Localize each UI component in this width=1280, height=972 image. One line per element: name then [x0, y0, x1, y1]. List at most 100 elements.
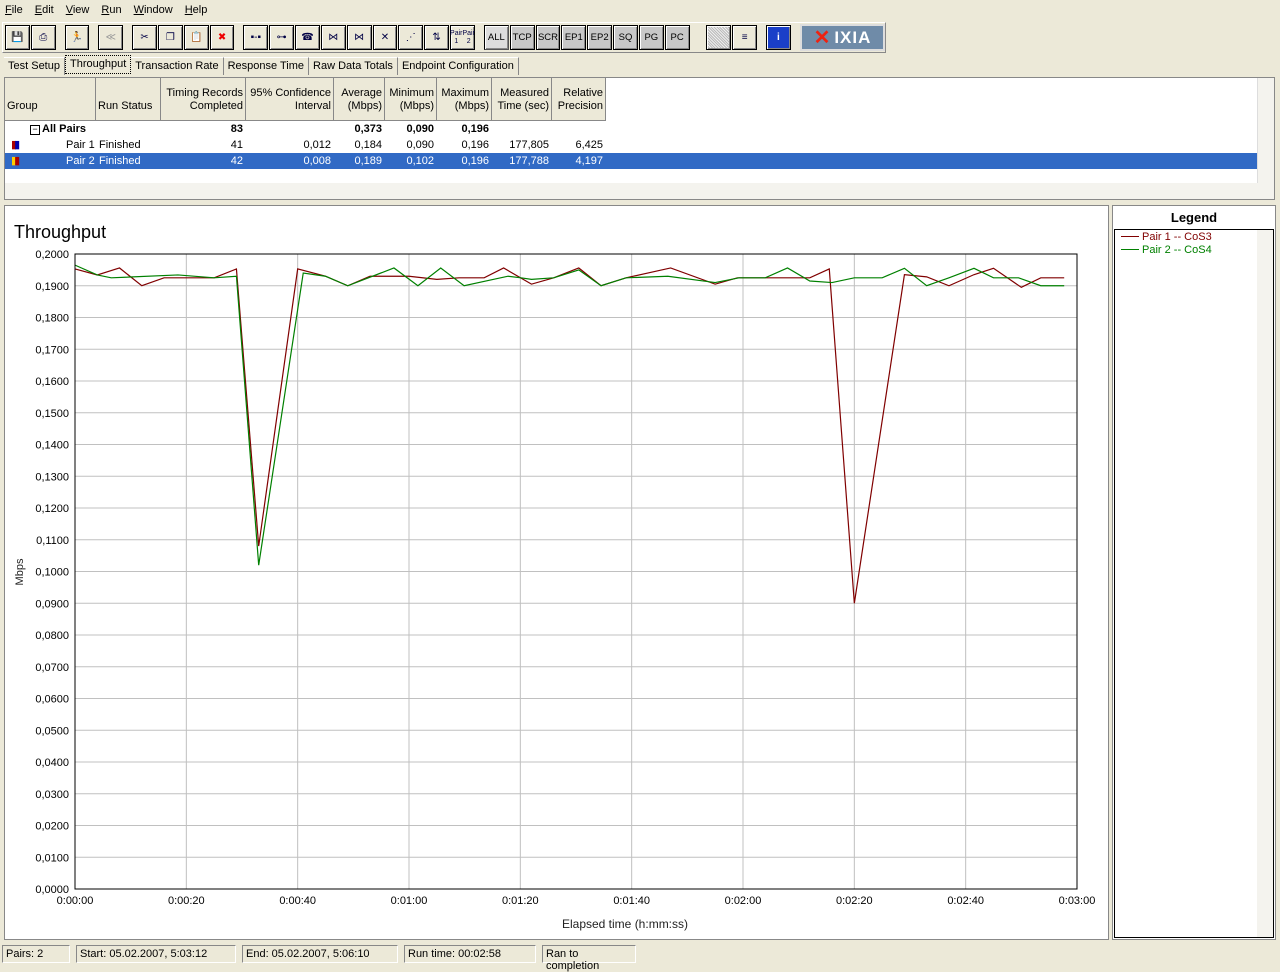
swap-endpoints-icon[interactable]: ⇅ [424, 25, 449, 50]
run-icon[interactable]: 🏃 [64, 25, 90, 50]
col-relative-precision[interactable]: Relative Precision [552, 78, 606, 121]
min-cell: 0,090 [406, 139, 434, 151]
x-tick-label: 0:01:40 [613, 895, 650, 907]
filter-scr-button[interactable]: SCR [535, 25, 561, 50]
network-icon[interactable]: ⋰ [398, 25, 424, 50]
menu-edit[interactable]: Edit [35, 4, 54, 16]
tab-transaction-rate[interactable]: Transaction Rate [131, 57, 224, 75]
delete-pair-icon[interactable]: ✕ [372, 25, 398, 50]
x-tick-label: 0:01:00 [391, 895, 428, 907]
table-row-summary[interactable]: − All Pairs 83 0,373 0,090 0,196 [5, 121, 1258, 137]
table-row-selected[interactable]: ▮▮ Pair 2 Finished 42 0,008 0,189 0,102 … [5, 153, 1258, 169]
legend-item-pair2[interactable]: Pair 2 -- CoS4 [1115, 243, 1273, 256]
legend-scrollbar[interactable] [1257, 230, 1273, 937]
stop-icon[interactable]: ≪ [98, 25, 124, 50]
legend-swatch [1121, 236, 1139, 237]
status-bar: Pairs: 2 Start: 05.02.2007, 5:03:12 End:… [2, 945, 642, 972]
filter-pg-button[interactable]: PG [638, 25, 664, 50]
y-tick-label: 0,1200 [35, 503, 69, 515]
col-measured-time[interactable]: Measured Time (sec) [492, 78, 552, 121]
y-tick-label: 0,0100 [35, 852, 69, 864]
records-cell: 83 [230, 123, 243, 135]
table-row[interactable]: ▮▮ Pair 1 Finished 41 0,012 0,184 0,090 … [5, 137, 1258, 153]
ci-cell: 0,008 [303, 155, 331, 167]
series-line-pair1 [74, 267, 1065, 604]
legend-item-pair1[interactable]: Pair 1 -- CoS3 [1115, 230, 1273, 243]
pair-cell: Pair 1 [66, 139, 95, 151]
add-voip-pair-icon[interactable]: ☎ [295, 25, 320, 50]
print-icon[interactable]: ⎙ [30, 25, 56, 50]
chart-panel: Throughput Elapsed time (h:mm:ss) Mbps 0… [4, 205, 1109, 940]
x-tick-label: 0:02:40 [947, 895, 984, 907]
col-average[interactable]: Average (Mbps) [334, 78, 385, 121]
time-cell: 177,805 [509, 139, 549, 151]
table-vertical-scrollbar[interactable] [1257, 78, 1274, 199]
table-header: Group Run Status Timing Records Complete… [5, 78, 606, 121]
min-cell: 0,090 [406, 123, 434, 135]
menu-help[interactable]: Help [185, 4, 208, 16]
results-table: Group Run Status Timing Records Complete… [4, 77, 1275, 200]
menu-file[interactable]: File [5, 4, 23, 16]
paste-icon[interactable]: 📋 [183, 25, 209, 50]
cut-icon[interactable]: ✂ [132, 25, 157, 50]
add-pair-icon[interactable]: ▪-▪ [243, 25, 269, 50]
x-tick-label: 0:00:40 [279, 895, 316, 907]
menu-run[interactable]: Run [101, 4, 121, 16]
x-tick-label: 0:02:20 [836, 895, 873, 907]
y-tick-label: 0,1900 [35, 281, 69, 293]
col-timing-records[interactable]: Timing Records Completed [161, 78, 246, 121]
ci-cell: 0,012 [303, 139, 331, 151]
tab-test-setup[interactable]: Test Setup [4, 57, 65, 75]
y-tick-label: 0,0600 [35, 694, 69, 706]
table-horizontal-scrollbar[interactable] [5, 183, 1258, 199]
col-group[interactable]: Group [5, 78, 96, 121]
x-tick-label: 0:02:00 [725, 895, 762, 907]
pair-rename-button[interactable]: Pair 1 Pair 2 [450, 25, 475, 50]
filter-ep1-button[interactable]: EP1 [561, 25, 587, 50]
menu-window[interactable]: Window [134, 4, 173, 16]
x-tick-label: 0:01:20 [502, 895, 539, 907]
menu-view[interactable]: View [66, 4, 90, 16]
add-voip-group-icon[interactable]: ⋈ [346, 25, 372, 50]
tab-raw-data-totals[interactable]: Raw Data Totals [309, 57, 398, 75]
status-cell: Finished [99, 155, 141, 167]
filter-tcp-button[interactable]: TCP [509, 25, 535, 50]
save-icon[interactable]: 💾 [5, 25, 30, 50]
chart-title: Throughput [14, 222, 106, 242]
x-tick-label: 0:00:20 [168, 895, 205, 907]
filter-pc-button[interactable]: PC [664, 25, 690, 50]
info-icon[interactable]: i [766, 25, 791, 50]
max-cell: 0,196 [461, 123, 489, 135]
delete-icon[interactable]: ✖ [209, 25, 235, 50]
col-run-status[interactable]: Run Status [96, 78, 161, 121]
avg-cell: 0,184 [354, 139, 382, 151]
tab-throughput[interactable]: Throughput [64, 55, 132, 74]
list-view-icon[interactable]: ≡ [732, 25, 758, 50]
tab-endpoint-configuration[interactable]: Endpoint Configuration [397, 57, 519, 75]
filter-all-button[interactable]: ALL [483, 25, 509, 50]
pair-cell: Pair 2 [66, 155, 95, 167]
col-confidence[interactable]: 95% Confidence Interval [246, 78, 334, 121]
time-cell: 177,788 [509, 155, 549, 167]
col-maximum[interactable]: Maximum (Mbps) [437, 78, 492, 121]
avg-cell: 0,373 [354, 123, 382, 135]
status-run-time: Run time: 00:02:58 [404, 945, 536, 963]
filter-sq-button[interactable]: SQ [613, 25, 638, 50]
copy-icon[interactable]: ❐ [157, 25, 183, 50]
collapse-icon[interactable]: − [30, 125, 40, 135]
legend-panel: Legend Pair 1 -- CoS3 Pair 2 -- CoS4 [1112, 205, 1276, 940]
grid-view-icon[interactable] [706, 25, 732, 50]
tab-response-time[interactable]: Response Time [223, 57, 310, 75]
status-result: Ran to completion [542, 945, 636, 972]
throughput-chart: Throughput Elapsed time (h:mm:ss) Mbps 0… [14, 222, 1095, 931]
y-tick-label: 0,1700 [35, 344, 69, 356]
add-multicast-icon[interactable]: ⊶ [269, 25, 295, 50]
y-tick-label: 0,0500 [35, 725, 69, 737]
y-tick-label: 0,0800 [35, 630, 69, 642]
x-axis-label: Elapsed time (h:mm:ss) [562, 917, 688, 931]
filter-ep2-button[interactable]: EP2 [587, 25, 613, 50]
ixia-logo: ✕ IXIA [799, 24, 886, 51]
y-tick-label: 0,1500 [35, 408, 69, 420]
col-minimum[interactable]: Minimum (Mbps) [385, 78, 437, 121]
add-group-icon[interactable]: ⋈ [320, 25, 346, 50]
